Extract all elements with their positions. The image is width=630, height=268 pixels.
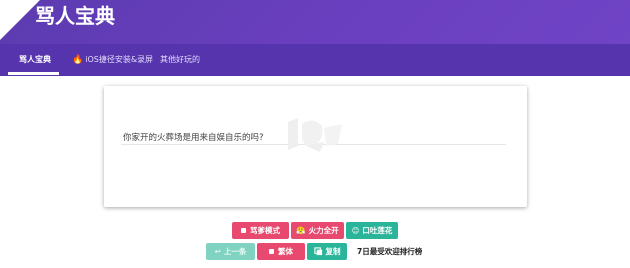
button-label: 口吐莲花 — [362, 226, 393, 235]
smile-face-icon: 😊 — [351, 226, 360, 235]
app-title: 骂人宝典 — [35, 4, 115, 28]
copy-icon — [313, 247, 322, 256]
button-label: 复制 — [325, 247, 341, 256]
tab-other-fun[interactable]: 其他好玩的 — [146, 44, 214, 76]
button-label: 上一条 — [223, 247, 247, 256]
square-icon — [241, 228, 246, 233]
button-label: 繁体 — [278, 247, 293, 256]
corner-decoration — [0, 0, 40, 40]
tab-label: 其他好玩的 — [160, 55, 200, 64]
active-tab-indicator — [8, 72, 59, 75]
fire-icon: 🔥 — [72, 55, 84, 65]
app-header: 骂人宝典 骂人宝典 🔥 iOS捷径安装&录屏 其他好玩的 — [0, 0, 630, 76]
button-label: 骂爹模式 — [250, 226, 280, 235]
full-fire-button[interactable]: 😤 火力全开 — [291, 222, 344, 239]
button-label: 火力全开 — [308, 226, 339, 235]
lotus-speech-button[interactable]: 😊 口吐莲花 — [346, 222, 398, 239]
insult-sentence: 你家开的火葬场是用来自娱自乐的吗? — [123, 133, 264, 143]
copy-button[interactable]: 复制 — [307, 243, 347, 260]
site-watermark-logo — [288, 118, 342, 152]
weekly-ranking-link[interactable]: 7日最受欢迎排行榜 — [357, 246, 422, 257]
curse-dad-mode-button[interactable]: 骂爹模式 — [232, 222, 289, 239]
traditional-chinese-button[interactable]: 繁体 — [257, 243, 305, 260]
angry-face-icon: 😤 — [296, 226, 306, 235]
tab-label: iOS捷径安装&录屏 — [85, 55, 154, 64]
square-icon — [269, 249, 274, 254]
tab-bar: 骂人宝典 🔥 iOS捷径安装&录屏 其他好玩的 — [0, 44, 630, 76]
header-top: 骂人宝典 — [0, 0, 630, 44]
back-arrow-icon: ↩ — [214, 247, 221, 256]
tab-label: 骂人宝典 — [19, 55, 51, 64]
previous-button[interactable]: ↩ 上一条 — [206, 243, 255, 260]
sentence-card: 你家开的火葬场是用来自娱自乐的吗? — [104, 86, 527, 207]
